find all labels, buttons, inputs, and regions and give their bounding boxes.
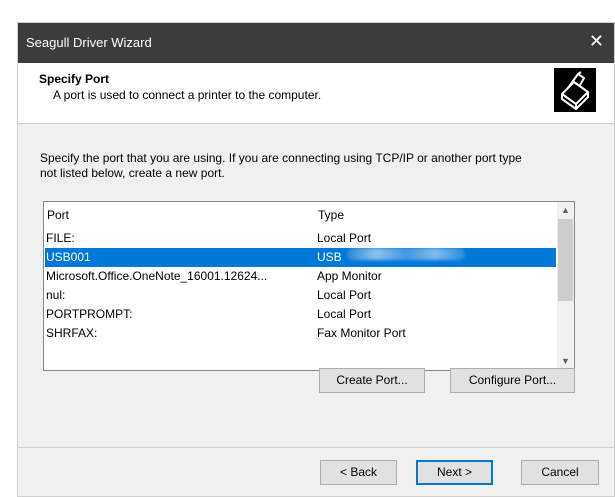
list-item[interactable]: FILE: Local Port — [45, 229, 556, 248]
column-header-port[interactable]: Port — [47, 208, 69, 222]
wizard-header: Specify Port A port is used to connect a… — [18, 63, 614, 124]
port-name: USB001 — [46, 250, 91, 264]
list-item[interactable]: SHRFAX: Fax Monitor Port — [45, 324, 556, 343]
configure-port-button[interactable]: Configure Port... — [450, 368, 575, 393]
instructions-line-1: Specify the port that you are using. If … — [40, 151, 522, 165]
port-type: Local Port — [317, 307, 372, 321]
port-type: Local Port — [317, 231, 372, 245]
page-subtitle: A port is used to connect a printer to t… — [53, 88, 322, 102]
wizard-window: Seagull Driver Wizard ✕ Specify Port A p… — [17, 22, 615, 497]
divider — [18, 447, 614, 448]
port-name: SHRFAX: — [46, 326, 98, 340]
printer-icon — [554, 68, 596, 112]
create-port-button[interactable]: Create Port... — [319, 368, 425, 393]
cancel-button[interactable]: Cancel — [521, 460, 599, 485]
scroll-up-icon[interactable]: ▲ — [557, 202, 574, 219]
vertical-scrollbar[interactable]: ▲ ▼ — [557, 202, 574, 370]
redacted-blur — [347, 248, 465, 260]
port-type: App Monitor — [317, 269, 382, 283]
instructions-line-2: not listed below, create a new port. — [40, 166, 225, 180]
port-type: USB — [317, 250, 342, 264]
close-icon[interactable]: ✕ — [589, 31, 604, 51]
list-item[interactable]: Microsoft.Office.OneNote_16001.12624... … — [45, 267, 556, 286]
list-item[interactable]: nul: Local Port — [45, 286, 556, 305]
port-name: FILE: — [46, 231, 75, 245]
column-header-type[interactable]: Type — [318, 208, 344, 222]
instructions: Specify the port that you are using. If … — [40, 151, 600, 181]
port-name: Microsoft.Office.OneNote_16001.12624... — [46, 269, 268, 283]
port-type: Local Port — [317, 288, 372, 302]
window-title: Seagull Driver Wizard — [26, 35, 152, 50]
title-bar: Seagull Driver Wizard ✕ — [18, 23, 614, 63]
back-button[interactable]: < Back — [320, 460, 397, 485]
port-name: PORTPROMPT: — [46, 307, 133, 321]
list-item-selected[interactable]: USB001 USB — [45, 248, 556, 267]
next-button[interactable]: Next > — [416, 460, 493, 485]
port-name: nul: — [46, 288, 66, 302]
scroll-thumb[interactable] — [558, 219, 573, 301]
list-item[interactable]: PORTPROMPT: Local Port — [45, 305, 556, 324]
page-title: Specify Port — [39, 72, 110, 86]
port-type: Fax Monitor Port — [317, 326, 406, 340]
port-list[interactable]: Port Type FILE: Local Port USB001 USB Mi… — [43, 201, 575, 371]
